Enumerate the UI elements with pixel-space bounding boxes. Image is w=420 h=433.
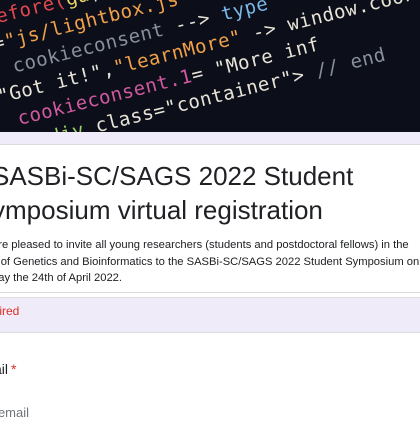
form-description: are pleased to invite all young research…: [0, 239, 420, 284]
email-question-label: ail*: [0, 361, 16, 377]
email-label-text: ail: [0, 361, 9, 377]
code-background: atg Before(ga, s); }); 'https://ssl' : '…: [0, 0, 420, 132]
form-title: SASBi-SC/SAGS 2022 Student ymposium virt…: [0, 161, 354, 225]
email-question-card: ail*: [0, 332, 420, 433]
form-header-card: SASBi-SC/SAGS 2022 Student ymposium virt…: [0, 144, 420, 298]
required-note: quired: [0, 304, 20, 318]
divider: [0, 292, 420, 293]
header-banner-image: atg Before(ga, s); }); 'https://ssl' : '…: [0, 0, 420, 132]
required-star: *: [11, 361, 17, 377]
email-input[interactable]: [0, 403, 210, 422]
